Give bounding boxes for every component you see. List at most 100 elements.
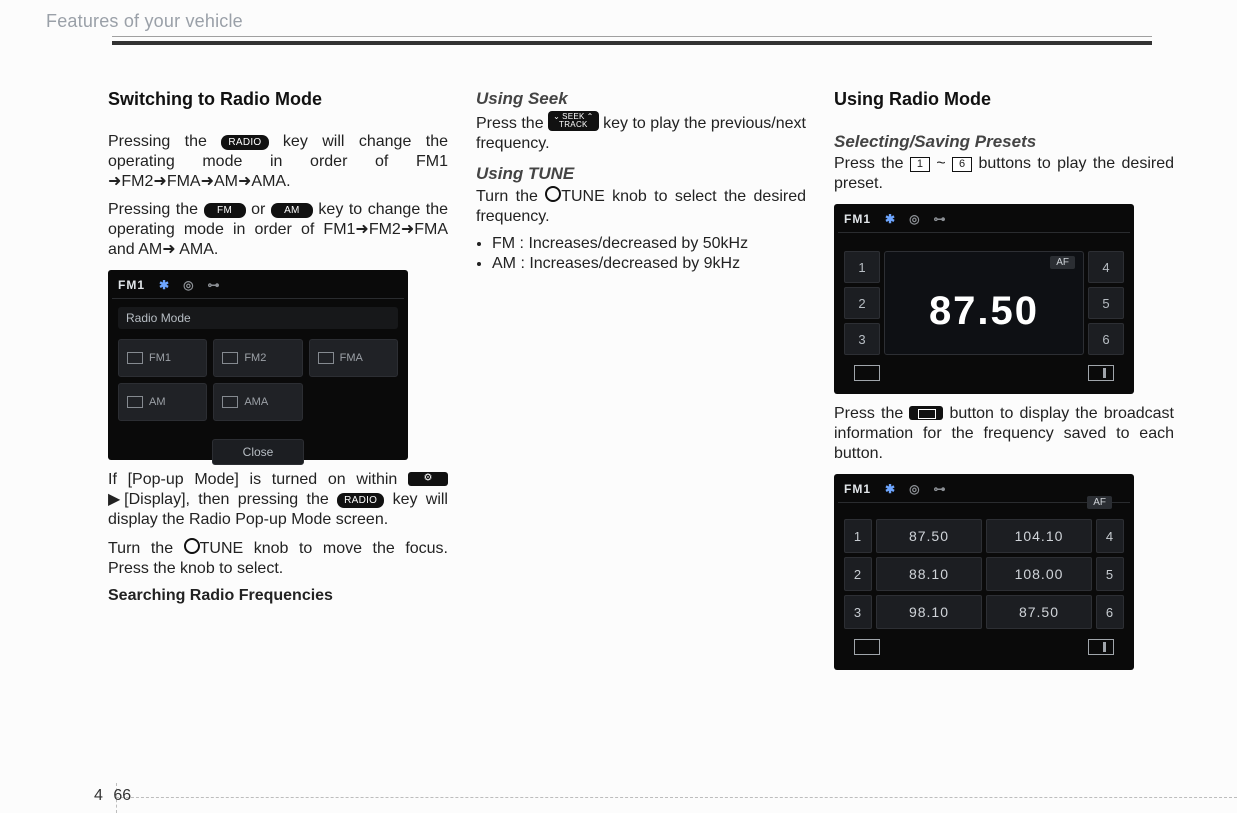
header-rule <box>112 36 1152 45</box>
screen-topbar: FM1 ✱ ◎ ⊶ <box>118 278 398 292</box>
band-label: FM1 <box>844 212 871 226</box>
screen-bottombar <box>844 365 1124 381</box>
preset-num[interactable]: 5 <box>1096 557 1124 591</box>
preset-5[interactable]: 5 <box>1088 287 1124 319</box>
mode-button-fm1[interactable]: FM1 <box>118 339 207 377</box>
tilde: ~ <box>936 155 945 172</box>
label: AMA <box>244 396 268 408</box>
preset-4[interactable]: 4 <box>1088 251 1124 283</box>
mode-buttons: FM1 FM2 FMA AM AMA <box>118 339 398 421</box>
tune-knob-icon <box>184 538 200 554</box>
preset-freq[interactable]: 104.10 <box>986 519 1092 553</box>
af-badge: AF <box>1087 496 1112 509</box>
preset-num[interactable]: 2 <box>844 557 872 591</box>
page-number: 4 66 <box>94 787 131 805</box>
mode-button-ama[interactable]: AMA <box>213 383 302 421</box>
text: Pressing the <box>108 201 204 218</box>
col3-title: Using Radio Mode <box>834 89 1174 110</box>
mode-button-fma[interactable]: FMA <box>309 339 398 377</box>
label: AM <box>149 396 166 408</box>
chapter-number: 4 <box>94 787 103 804</box>
preset-freq[interactable]: 108.00 <box>986 557 1092 591</box>
preset-freq[interactable]: 87.50 <box>986 595 1092 629</box>
radio-icon <box>222 352 238 364</box>
usb-icon: ⊶ <box>208 278 220 292</box>
text: Press the <box>834 155 910 172</box>
screen-bottombar <box>844 639 1124 655</box>
am-key: AM <box>271 203 313 218</box>
mode-button-fm2[interactable]: FM2 <box>213 339 302 377</box>
text: Press the <box>834 405 909 422</box>
bullet-fm: FM : Increases/decreased by 50kHz <box>492 235 806 253</box>
col1-p4: Turn the Turn the TUNE knob to move the … <box>108 538 448 579</box>
mode-label: Radio Mode <box>118 307 398 329</box>
radio-key: RADIO <box>337 493 384 508</box>
divider <box>838 232 1130 233</box>
usb-icon: ⊶ <box>934 482 946 496</box>
page-number-value: 66 <box>113 787 131 804</box>
close-button[interactable]: Close <box>212 439 304 465</box>
seek-heading: Using Seek <box>476 89 806 109</box>
col2-seek-p: Press the SEEK TRACK key to play the pre… <box>476 111 806 154</box>
radio-icon <box>127 352 143 364</box>
preset-freq[interactable]: 98.10 <box>876 595 982 629</box>
divider <box>838 502 1130 503</box>
col2-tune-p: Turn the TUNE knob to select the desired… <box>476 186 806 227</box>
label: FM1 <box>149 352 171 364</box>
preset-3[interactable]: 3 <box>844 323 880 355</box>
preset-col-right: 4 5 6 <box>1088 251 1124 355</box>
frequency-layout: 1 2 3 AF 87.50 4 5 6 <box>844 251 1124 355</box>
radio-icon <box>127 396 143 408</box>
column-1: Switching to Radio Mode Pressing the RAD… <box>108 89 448 680</box>
col1-p1: Pressing the RADIO key will change the o… <box>108 132 448 192</box>
preset-num[interactable]: 6 <box>1096 595 1124 629</box>
band-label: FM1 <box>844 482 871 496</box>
mode-button-am[interactable]: AM <box>118 383 207 421</box>
three-columns: Switching to Radio Mode Pressing the RAD… <box>108 89 1191 680</box>
preset-1[interactable]: 1 <box>844 251 880 283</box>
bullet-am: AM : Increases/decreased by 9kHz <box>492 255 806 273</box>
seek-label-bottom: TRACK <box>553 121 594 129</box>
col3-sub1: Selecting/Saving Presets <box>834 132 1174 152</box>
text: If [Pop-up Mode] is turned on within <box>108 471 408 488</box>
screen-topbar: FM1 ✱ ◎ ⊶ <box>844 212 1124 226</box>
col1-title: Switching to Radio Mode <box>108 89 448 110</box>
col1-p3: If [Pop-up Mode] is turned on within ▶[D… <box>108 470 448 530</box>
col1-p2: Pressing the FM or AM key to change the … <box>108 200 448 260</box>
column-2: Using Seek Press the SEEK TRACK key to p… <box>476 89 806 680</box>
scan-icon[interactable] <box>1088 365 1114 381</box>
screenshot-preset-frequency: FM1 ✱ ◎ ⊶ 1 2 3 AF 87.50 <box>834 204 1134 394</box>
preset-freq[interactable]: 88.10 <box>876 557 982 591</box>
preset-freq[interactable]: 87.50 <box>876 519 982 553</box>
text: Press the <box>476 115 548 132</box>
disc-icon: ◎ <box>909 482 919 496</box>
column-3: Using Radio Mode Selecting/Saving Preset… <box>834 89 1174 680</box>
radio-icon <box>222 396 238 408</box>
text: or <box>251 201 271 218</box>
screenshot-preset-list: FM1 ✱ ◎ ⊶ AF 1 87.50 104.10 4 2 88.10 10… <box>834 474 1134 670</box>
tune-bullets: FM : Increases/decreased by 50kHz AM : I… <box>476 235 806 273</box>
bluetooth-icon: ✱ <box>159 278 169 292</box>
preset-num[interactable]: 4 <box>1096 519 1124 553</box>
radio-icon <box>318 352 334 364</box>
list-icon[interactable] <box>854 365 880 381</box>
scan-icon[interactable] <box>1088 639 1114 655</box>
preset-6[interactable]: 6 <box>1088 323 1124 355</box>
preset-2[interactable]: 2 <box>844 287 880 319</box>
screenshot-radio-mode-popup: FM1 ✱ ◎ ⊶ Radio Mode FM1 FM2 FMA AM AMA … <box>108 270 408 460</box>
tune-knob-icon <box>545 186 561 202</box>
text: ▶[Display], then pressing the <box>108 491 337 508</box>
preset-col-left: 1 2 3 <box>844 251 880 355</box>
seek-track-key: SEEK TRACK <box>548 111 599 131</box>
frequency-value: 87.50 <box>929 289 1039 334</box>
fm-key: FM <box>204 203 246 218</box>
page-header: Features of your vehicle <box>46 0 1191 34</box>
list-icon[interactable] <box>854 639 880 655</box>
preset-list-key-icon <box>909 406 943 420</box>
radio-key: RADIO <box>221 135 268 150</box>
preset-num[interactable]: 3 <box>844 595 872 629</box>
col3-p2: Press the button to display the broadcas… <box>834 404 1174 464</box>
screen-topbar: FM1 ✱ ◎ ⊶ <box>844 482 1124 496</box>
af-badge: AF <box>1050 256 1075 269</box>
preset-num[interactable]: 1 <box>844 519 872 553</box>
